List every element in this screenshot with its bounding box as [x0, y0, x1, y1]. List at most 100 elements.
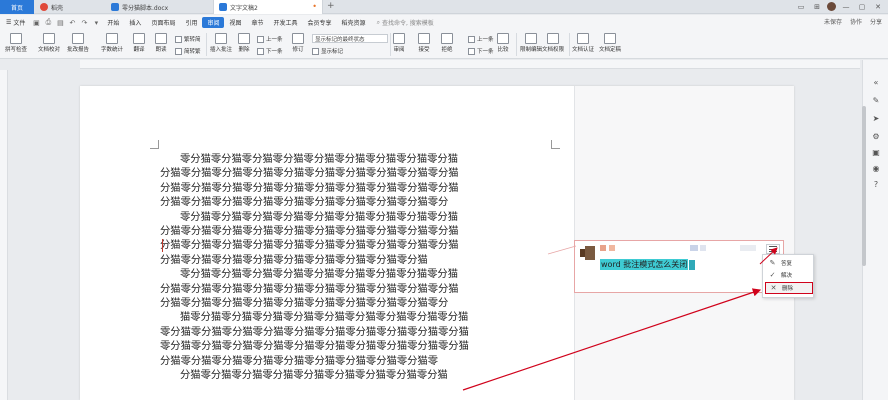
document-body[interactable]: 零分猫零分猫零分猫零分猫零分猫零分猫零分猫零分猫零分猫 分猫零分猫零分猫零分猫零…: [160, 152, 550, 383]
vertical-ruler[interactable]: [0, 70, 8, 400]
menu-right-actions: 未保存 协作 分享: [824, 17, 882, 26]
vertical-scrollbar[interactable]: [862, 106, 866, 266]
ribbon-divider: [390, 33, 391, 56]
menu-item-view[interactable]: 视图: [224, 17, 246, 28]
delete-comment-button[interactable]: 删除: [238, 33, 250, 53]
word-count-button[interactable]: 字数统计: [101, 33, 123, 53]
reject-button[interactable]: 拒绝: [441, 33, 453, 53]
location-icon[interactable]: ◉: [871, 163, 881, 173]
ribbon-divider: [569, 33, 570, 56]
read-aloud-button[interactable]: 朗读: [155, 33, 167, 53]
new-tab-button[interactable]: +: [327, 1, 335, 11]
settings-icon[interactable]: ⚙: [871, 131, 881, 141]
track-changes-icon: [292, 33, 304, 44]
hamburger-icon: ☰: [6, 19, 12, 26]
resolve-menu-item[interactable]: ✓ 解决: [765, 269, 813, 281]
next-change-button[interactable]: 下一条: [468, 47, 494, 55]
accept-label: 接受: [418, 47, 430, 53]
tab-document-1[interactable]: 零分猫脚本.docx: [106, 0, 212, 14]
window-controls: ▭ ⊞ — ▢ ✕: [795, 1, 884, 12]
menu-item-reference[interactable]: 引用: [180, 17, 202, 28]
doc-proof-button[interactable]: 文档校对: [38, 33, 60, 53]
chevron-down-icon[interactable]: ▾: [92, 19, 100, 27]
menu-item-start[interactable]: 开始: [102, 17, 124, 28]
menu-item-developer[interactable]: 开发工具: [269, 17, 303, 28]
reply-label: 答复: [781, 261, 793, 267]
horizontal-ruler[interactable]: [80, 60, 860, 69]
file-menu[interactable]: ☰ 文件: [0, 17, 30, 28]
print-icon[interactable]: ⎙: [44, 18, 52, 27]
save-icon[interactable]: ▣: [32, 19, 40, 27]
close-button[interactable]: ✕: [872, 1, 884, 12]
ribbon-divider: [516, 33, 517, 56]
check-report-button[interactable]: 批改报告: [67, 33, 89, 53]
review-pane-button[interactable]: 审阅: [393, 33, 405, 53]
unsaved-status[interactable]: 未保存: [824, 17, 842, 26]
word-count-label: 字数统计: [101, 47, 124, 53]
translate-button[interactable]: 翻译: [133, 33, 145, 53]
edit-icon[interactable]: ✎: [871, 95, 881, 105]
search-icon: ⌕: [376, 18, 380, 26]
reply-menu-item[interactable]: ✎ 答复: [765, 257, 813, 269]
menu-item-review[interactable]: 审阅: [202, 17, 225, 28]
image-icon[interactable]: ▣: [871, 147, 881, 157]
minimize-button[interactable]: —: [840, 1, 852, 12]
tab-home[interactable]: 首页: [0, 0, 34, 14]
next-comment-button[interactable]: 下一条: [257, 47, 283, 55]
ribbon-divider: [206, 33, 207, 56]
layout-icon[interactable]: ▭: [795, 1, 807, 12]
avatar[interactable]: [827, 2, 836, 11]
restrict-edit-button[interactable]: 限制编辑: [520, 33, 542, 53]
prev-comment-button[interactable]: 上一条: [257, 35, 283, 43]
markup-display-select[interactable]: 显示标记的最终状态: [312, 34, 388, 43]
command-search[interactable]: ⌕ 查找命令, 搜索模板: [377, 18, 457, 28]
menu-item-section[interactable]: 章节: [247, 17, 269, 28]
comment-menu-button[interactable]: [766, 244, 780, 254]
cursor-icon[interactable]: ➤: [871, 113, 881, 123]
doc-certify-button[interactable]: 文档认证: [572, 33, 594, 53]
prev-change-button[interactable]: 上一条: [468, 35, 494, 43]
simp-to-trad-button[interactable]: 简转繁: [175, 47, 201, 55]
next-icon: [468, 47, 475, 55]
tab-docer-label: 稻壳: [51, 4, 64, 12]
review-pane-icon: [393, 33, 405, 44]
spell-check-button[interactable]: 拼写检查: [5, 33, 27, 53]
help-icon[interactable]: ?: [871, 179, 881, 189]
menu-item-layout[interactable]: 页面布局: [146, 17, 180, 28]
delete-menu-item[interactable]: ✕ 删除: [765, 282, 813, 294]
trad-to-simp-button[interactable]: 繁转简: [175, 35, 201, 43]
track-changes-button[interactable]: 修订: [292, 33, 304, 53]
simp-trad-icon: [175, 47, 182, 55]
translate-label: 翻译: [133, 47, 145, 53]
menu-item-docer-resources[interactable]: 稻壳资源: [337, 17, 371, 28]
insert-comment-button[interactable]: 插入批注: [210, 33, 232, 53]
show-markup-button[interactable]: 显示标记: [312, 47, 343, 55]
grid-icon[interactable]: ⊞: [811, 1, 823, 12]
text-line: 零分猫零分猫零分猫零分猫零分猫零分猫零分猫零分猫零分猫: [180, 153, 459, 165]
collapse-icon[interactable]: «: [871, 77, 881, 87]
preview-icon[interactable]: ▤: [56, 19, 64, 27]
doc-finalize-button[interactable]: 文档定稿: [599, 33, 621, 53]
docer-icon: [40, 3, 48, 11]
prev-change-label: 上一条: [477, 37, 494, 43]
undo-icon[interactable]: ↶: [68, 19, 76, 27]
menu-item-insert[interactable]: 插入: [124, 17, 146, 28]
tab-document-2[interactable]: 文字文稿2 •: [213, 0, 323, 14]
simp-to-trad-label: 简转繁: [184, 49, 201, 55]
check-icon: ✓: [769, 271, 776, 279]
compare-button[interactable]: 比较: [497, 33, 509, 53]
comment-text[interactable]: word 批注模式怎么关闭: [600, 259, 696, 270]
compare-label: 比较: [497, 47, 509, 53]
tab-document-1-label: 零分猫脚本.docx: [122, 4, 169, 12]
accept-button[interactable]: 接受: [418, 33, 430, 53]
doc-permission-button[interactable]: 文档权限: [542, 33, 564, 53]
redo-icon[interactable]: ↷: [80, 19, 88, 27]
collaborate-button[interactable]: 协作: [850, 17, 862, 26]
share-button[interactable]: 分享: [870, 17, 882, 26]
check-report-icon: [72, 33, 84, 44]
text-line: 分猫零分猫零分猫零分猫零分猫零分猫零分猫零分猫零分猫零分猫: [160, 239, 459, 252]
review-pane-label: 审阅: [393, 47, 405, 53]
maximize-button[interactable]: ▢: [856, 1, 868, 12]
menu-item-member[interactable]: 会员专享: [303, 17, 337, 28]
tab-docer[interactable]: 稻壳: [35, 0, 105, 14]
